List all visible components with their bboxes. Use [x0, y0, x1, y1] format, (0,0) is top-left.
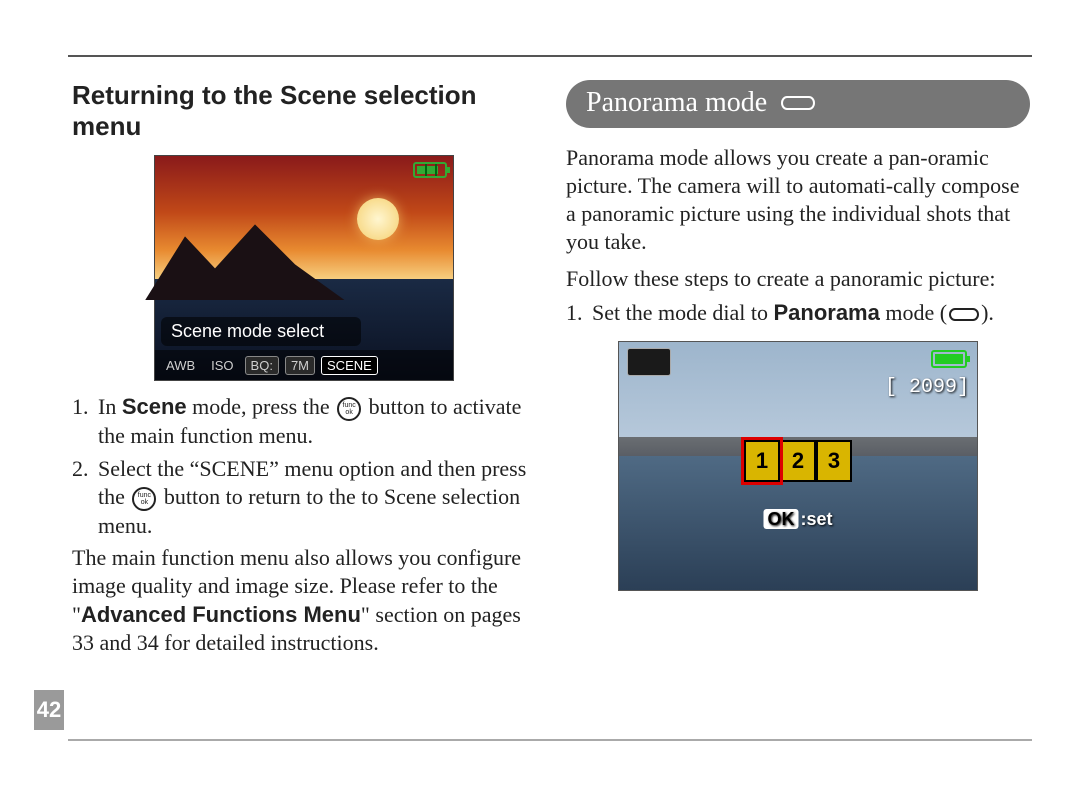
sun-graphic: [357, 198, 399, 240]
panorama-intro: Panorama mode allows you create a pan-or…: [566, 144, 1030, 257]
func-ok-button-icon: funcok: [337, 397, 361, 421]
t: In: [98, 394, 122, 419]
panorama-frame: 1: [744, 440, 780, 482]
left-paragraph: The main function menu also allows you c…: [72, 544, 536, 657]
battery-icon: [931, 350, 967, 368]
t: mode, press the: [187, 394, 335, 419]
section-title: Panorama mode: [586, 87, 767, 119]
item-text: Set the mode dial to Panorama mode ().: [592, 299, 1030, 328]
scene-mode-banner: Scene mode select: [161, 317, 361, 346]
t: button to return to the to Scene selecti…: [98, 484, 520, 538]
list-item: 1. In Scene mode, press the funcok butto…: [72, 393, 536, 450]
page-number-tab: 42: [34, 690, 64, 730]
item-text: In Scene mode, press the funcok button t…: [98, 393, 536, 450]
item-number: 1.: [72, 393, 98, 450]
set-text: :set: [800, 509, 832, 529]
bottom-rule: [68, 739, 1032, 741]
panorama-frame: 3: [816, 440, 852, 482]
figure-scene-mode-select: Scene mode select AWB ISO BQ: 7M SCENE: [154, 155, 454, 381]
func-ok-button-icon: funcok: [132, 487, 156, 511]
panorama-icon: [949, 308, 979, 321]
list-item: 1. Set the mode dial to Panorama mode ()…: [566, 299, 1030, 328]
top-rule: [68, 55, 1032, 57]
ok-set-label: OK:set: [763, 509, 832, 530]
item-number: 1.: [566, 299, 592, 328]
bold: Panorama: [773, 300, 879, 325]
t: ).: [981, 300, 994, 325]
tag-bq: BQ:: [245, 356, 279, 375]
item-text: Select the “SCENE” menu option and then …: [98, 455, 536, 541]
bold: Advanced Functions Menu: [81, 602, 361, 627]
bold: Scene: [122, 394, 187, 419]
mountain-graphic: [145, 220, 345, 300]
panorama-follow: Follow these steps to create a panoramic…: [566, 265, 1030, 293]
tag-scene: SCENE: [321, 356, 378, 375]
steps-list-right: 1. Set the mode dial to Panorama mode ()…: [566, 299, 1030, 328]
tag-awb: AWB: [161, 357, 200, 374]
left-column: Returning to the Scene selection menu Sc…: [72, 80, 536, 735]
section-header-pill: Panorama mode: [566, 80, 1030, 128]
panorama-frame: 2: [780, 440, 816, 482]
panorama-icon: [781, 96, 815, 110]
mode-indicator-icon: [627, 348, 671, 376]
tag-7m: 7M: [285, 356, 315, 375]
item-number: 2.: [72, 455, 98, 541]
left-heading: Returning to the Scene selection menu: [72, 80, 536, 141]
camera-status-row: AWB ISO BQ: 7M SCENE: [155, 350, 453, 380]
right-column: Panorama mode Panorama mode allows you c…: [566, 80, 1030, 735]
battery-icon: [413, 162, 447, 178]
panorama-frame-group: 1 2 3: [744, 440, 852, 482]
t: Set the mode dial to: [592, 300, 773, 325]
list-item: 2. Select the “SCENE” menu option and th…: [72, 455, 536, 541]
content-columns: Returning to the Scene selection menu Sc…: [72, 80, 1030, 735]
steps-list-left: 1. In Scene mode, press the funcok butto…: [72, 393, 536, 540]
ok-badge: OK: [763, 509, 798, 529]
shots-remaining: [ 2099]: [885, 376, 969, 399]
tag-iso: ISO: [206, 357, 238, 374]
figure-panorama-preview: [ 2099] 1 2 3 OK:set: [618, 341, 978, 591]
t: mode (: [880, 300, 947, 325]
